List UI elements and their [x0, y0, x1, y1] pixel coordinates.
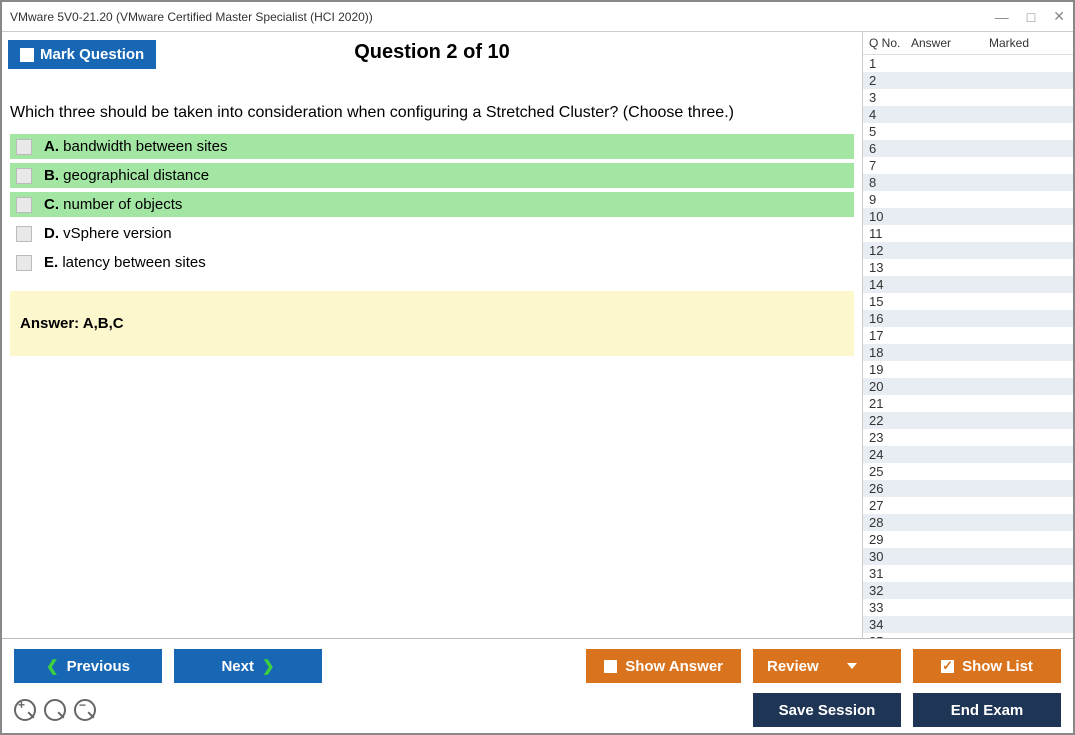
close-icon[interactable]: ✕ [1053, 8, 1065, 25]
sidebar-row[interactable]: 16 [863, 310, 1073, 327]
option-text: E. latency between sites [44, 254, 206, 271]
zoom-out-icon[interactable] [74, 699, 96, 721]
sidebar-row[interactable]: 32 [863, 582, 1073, 599]
option-checkbox[interactable] [16, 197, 32, 213]
window-controls: — □ ✕ [995, 8, 1065, 25]
zoom-reset-icon[interactable] [44, 699, 66, 721]
chevron-right-icon: ❯ [262, 657, 275, 675]
options-list: A. bandwidth between sites B. geographica… [10, 134, 854, 275]
zoom-in-icon[interactable] [14, 699, 36, 721]
sidebar-row[interactable]: 25 [863, 463, 1073, 480]
option-checkbox[interactable] [16, 168, 32, 184]
sidebar-row[interactable]: 13 [863, 259, 1073, 276]
sidebar-row[interactable]: 26 [863, 480, 1073, 497]
sidebar-row[interactable]: 34 [863, 616, 1073, 633]
sidebar-row[interactable]: 27 [863, 497, 1073, 514]
sidebar-row[interactable]: 30 [863, 548, 1073, 565]
end-exam-label: End Exam [951, 702, 1024, 719]
sidebar-row[interactable]: 11 [863, 225, 1073, 242]
minimize-icon[interactable]: — [995, 9, 1009, 25]
sidebar-row[interactable]: 4 [863, 106, 1073, 123]
option-row[interactable]: A. bandwidth between sites [10, 134, 854, 159]
main-panel: Mark Question Question 2 of 10 Which thr… [2, 32, 863, 638]
chevron-left-icon: ❮ [46, 657, 59, 675]
option-checkbox[interactable] [16, 226, 32, 242]
previous-button[interactable]: ❮ Previous [14, 649, 162, 683]
maximize-icon[interactable]: □ [1027, 9, 1035, 25]
sidebar-row[interactable]: 15 [863, 293, 1073, 310]
review-button[interactable]: Review [753, 649, 901, 683]
sidebar-row[interactable]: 31 [863, 565, 1073, 582]
sidebar-row[interactable]: 7 [863, 157, 1073, 174]
sidebar-body[interactable]: 1234567891011121314151617181920212223242… [863, 54, 1073, 638]
sidebar-header: Q No. Answer Marked [863, 32, 1073, 54]
next-button[interactable]: Next ❯ [174, 649, 322, 683]
review-label: Review [767, 658, 819, 675]
footer: ❮ Previous Next ❯ Show Answer Review Sho… [2, 638, 1073, 733]
answer-box: Answer: A,B,C [10, 291, 854, 356]
titlebar: VMware 5V0-21.20 (VMware Certified Maste… [2, 2, 1073, 32]
sidebar-row[interactable]: 5 [863, 123, 1073, 140]
option-row[interactable]: E. latency between sites [10, 250, 854, 275]
sidebar-row[interactable]: 28 [863, 514, 1073, 531]
sidebar-row[interactable]: 17 [863, 327, 1073, 344]
col-qno-header: Q No. [869, 36, 911, 50]
question-list-sidebar: Q No. Answer Marked 12345678910111213141… [863, 32, 1073, 638]
option-text: C. number of objects [44, 196, 182, 213]
option-text: A. bandwidth between sites [44, 138, 227, 155]
next-label: Next [221, 658, 254, 675]
sidebar-row[interactable]: 18 [863, 344, 1073, 361]
sidebar-row[interactable]: 35 [863, 633, 1073, 638]
sidebar-row[interactable]: 23 [863, 429, 1073, 446]
option-text: B. geographical distance [44, 167, 209, 184]
save-session-button[interactable]: Save Session [753, 693, 901, 727]
sidebar-row[interactable]: 2 [863, 72, 1073, 89]
question-text: Which three should be taken into conside… [10, 104, 854, 122]
show-answer-label: Show Answer [625, 658, 723, 675]
sidebar-row[interactable]: 6 [863, 140, 1073, 157]
show-answer-button[interactable]: Show Answer [586, 649, 741, 683]
dropdown-icon [847, 663, 857, 669]
sidebar-row[interactable]: 1 [863, 55, 1073, 72]
sidebar-row[interactable]: 8 [863, 174, 1073, 191]
col-answer-header: Answer [911, 36, 989, 50]
show-list-label: Show List [962, 658, 1033, 675]
question-title: Question 2 of 10 [2, 41, 862, 64]
show-list-checkbox-icon [941, 660, 954, 673]
sidebar-row[interactable]: 10 [863, 208, 1073, 225]
option-row[interactable]: C. number of objects [10, 192, 854, 217]
show-list-button[interactable]: Show List [913, 649, 1061, 683]
end-exam-button[interactable]: End Exam [913, 693, 1061, 727]
sidebar-row[interactable]: 9 [863, 191, 1073, 208]
sidebar-row[interactable]: 14 [863, 276, 1073, 293]
sidebar-row[interactable]: 12 [863, 242, 1073, 259]
sidebar-row[interactable]: 21 [863, 395, 1073, 412]
sidebar-row[interactable]: 33 [863, 599, 1073, 616]
option-checkbox[interactable] [16, 139, 32, 155]
sidebar-row[interactable]: 24 [863, 446, 1073, 463]
show-answer-checkbox-icon [604, 660, 617, 673]
sidebar-row[interactable]: 29 [863, 531, 1073, 548]
sidebar-row[interactable]: 19 [863, 361, 1073, 378]
save-session-label: Save Session [779, 702, 876, 719]
option-checkbox[interactable] [16, 255, 32, 271]
option-row[interactable]: D. vSphere version [10, 221, 854, 246]
window-title: VMware 5V0-21.20 (VMware Certified Maste… [10, 10, 373, 24]
col-marked-header: Marked [989, 36, 1071, 50]
sidebar-row[interactable]: 22 [863, 412, 1073, 429]
zoom-controls [14, 699, 96, 721]
option-row[interactable]: B. geographical distance [10, 163, 854, 188]
sidebar-row[interactable]: 20 [863, 378, 1073, 395]
option-text: D. vSphere version [44, 225, 172, 242]
sidebar-row[interactable]: 3 [863, 89, 1073, 106]
previous-label: Previous [67, 658, 130, 675]
